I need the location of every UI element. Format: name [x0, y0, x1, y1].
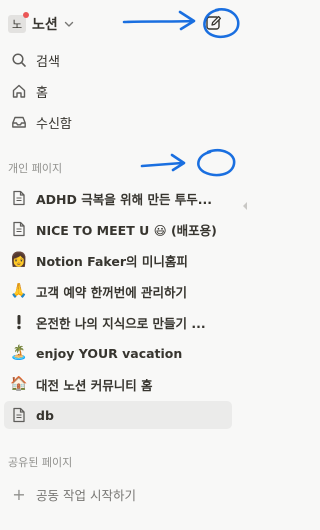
nav-inbox[interactable]: 수신함: [4, 108, 232, 136]
page-item-customer-booking[interactable]: 🙏 고객 예약 한꺼번에 관리하기: [4, 277, 232, 305]
page-label: db: [36, 407, 54, 423]
praying-hands-icon: 🙏: [10, 283, 28, 299]
document-icon: [10, 189, 28, 207]
page-item-community-home[interactable]: 🏠 대전 노션 커뮤니티 홈: [4, 370, 232, 398]
annotation-arrow-new-page: [122, 8, 240, 39]
document-icon: [10, 220, 28, 238]
nav-home[interactable]: 홈: [4, 77, 232, 105]
home-icon: [10, 82, 28, 100]
page-item-notion-faker[interactable]: 👩 Notion Faker의 미니홈피: [4, 246, 232, 274]
page-item-knowledge[interactable]: 온전한 나의 지식으로 만들기 ...: [4, 308, 232, 336]
nav-search[interactable]: 검색: [4, 46, 232, 74]
page-label: Notion Faker의 미니홈피: [36, 253, 188, 269]
section-label-private: 개인 페이지: [8, 162, 63, 175]
search-icon: [10, 51, 28, 69]
page-item-vacation[interactable]: 🏝️ enjoy YOUR vacation: [4, 339, 232, 367]
nav-inbox-label: 수신함: [36, 116, 72, 132]
page-item-adhd[interactable]: ADHD 극복을 위해 만든 투두...: [4, 184, 232, 212]
annotation-arrow-add-page: [140, 149, 236, 177]
plus-icon: +: [12, 484, 26, 504]
document-icon: [10, 406, 28, 424]
workspace-avatar: 노: [8, 12, 29, 33]
nav-home-label: 홈: [36, 85, 48, 101]
chevron-down-icon: [64, 19, 74, 29]
page-label: 온전한 나의 지식으로 만들기 ...: [36, 315, 206, 331]
nav-search-label: 검색: [36, 54, 60, 70]
page-label: 고객 예약 한꺼번에 관리하기: [36, 284, 188, 300]
exclamation-icon: [10, 313, 28, 331]
start-collaboration-label: 공동 작업 시작하기: [36, 487, 136, 503]
page-label: 대전 노션 커뮤니티 홈: [36, 377, 153, 393]
page-label: ADHD 극복을 위해 만든 투두...: [36, 191, 213, 207]
woman-emoji-icon: 👩: [10, 252, 28, 268]
sidebar-resize-handle[interactable]: [243, 202, 247, 210]
house-icon: 🏠: [10, 376, 28, 392]
start-collaboration-button[interactable]: + 공동 작업 시작하기: [4, 480, 232, 508]
sidebar: 노 노션 검색 홈 수신함 개인 페이지 ADHD 극복을 위해 만든 투두..…: [0, 0, 249, 530]
section-label-shared: 공유된 페이지: [8, 456, 73, 469]
island-icon: 🏝️: [10, 345, 28, 361]
page-item-nice-to-meet[interactable]: NICE TO MEET U 😃 (배포용): [4, 215, 232, 243]
page-label: NICE TO MEET U 😃 (배포용): [36, 222, 217, 238]
notification-dot: [23, 12, 29, 18]
workspace-switcher[interactable]: 노 노션: [8, 10, 74, 38]
inbox-icon: [10, 113, 28, 131]
page-label: enjoy YOUR vacation: [36, 345, 183, 361]
workspace-avatar-text: 노: [11, 18, 23, 31]
workspace-name: 노션: [32, 17, 58, 33]
new-page-button[interactable]: [205, 14, 223, 32]
compose-icon: [206, 15, 222, 30]
page-item-db[interactable]: db: [4, 401, 232, 429]
